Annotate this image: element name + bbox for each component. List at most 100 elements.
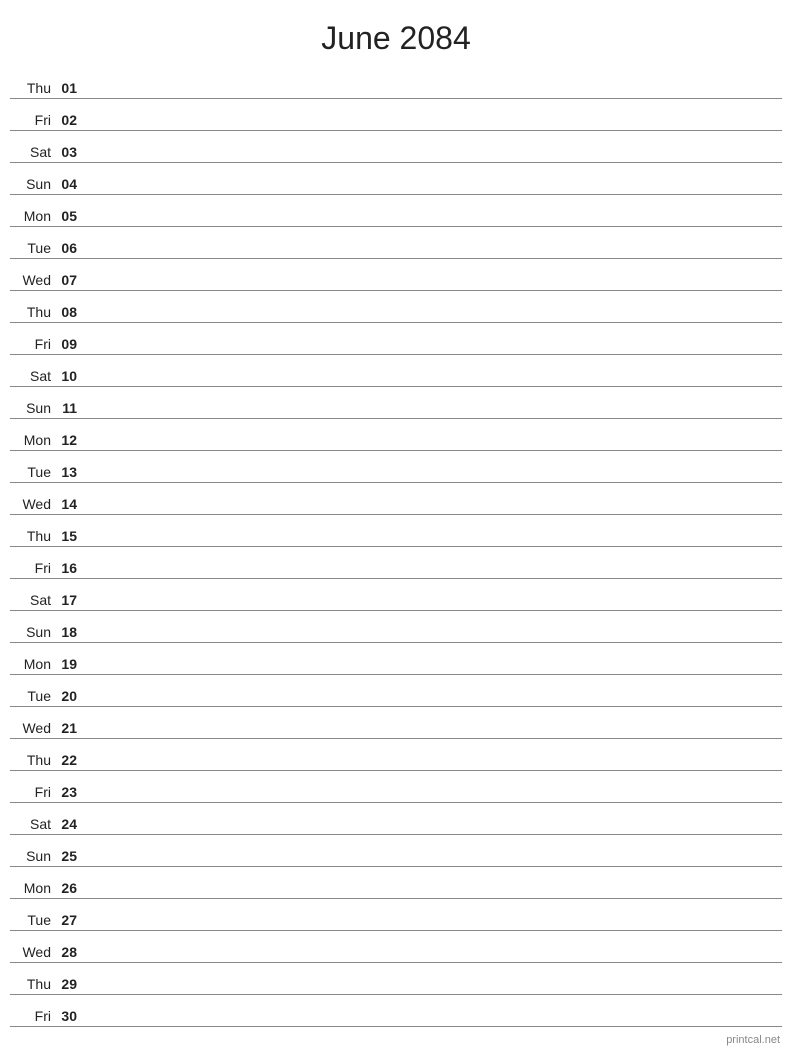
day-number: 07: [55, 272, 83, 288]
day-number: 24: [55, 816, 83, 832]
day-row: Wed28: [10, 931, 782, 963]
day-name: Thu: [10, 80, 55, 96]
day-name: Mon: [10, 656, 55, 672]
day-name: Sun: [10, 848, 55, 864]
day-line: [83, 895, 782, 896]
day-name: Wed: [10, 272, 55, 288]
day-name: Thu: [10, 304, 55, 320]
day-number: 23: [55, 784, 83, 800]
day-name: Sat: [10, 592, 55, 608]
day-line: [83, 767, 782, 768]
day-number: 06: [55, 240, 83, 256]
day-name: Wed: [10, 720, 55, 736]
day-line: [83, 959, 782, 960]
day-name: Sat: [10, 816, 55, 832]
day-number: 01: [55, 80, 83, 96]
day-name: Mon: [10, 880, 55, 896]
day-row: Sun04: [10, 163, 782, 195]
day-number: 25: [55, 848, 83, 864]
day-name: Sun: [10, 624, 55, 640]
day-line: [83, 191, 782, 192]
day-row: Mon19: [10, 643, 782, 675]
day-number: 11: [55, 400, 83, 416]
day-line: [83, 383, 782, 384]
day-row: Fri23: [10, 771, 782, 803]
day-number: 28: [55, 944, 83, 960]
day-name: Sat: [10, 144, 55, 160]
day-line: [83, 927, 782, 928]
day-number: 04: [55, 176, 83, 192]
day-row: Sun25: [10, 835, 782, 867]
day-row: Mon12: [10, 419, 782, 451]
day-name: Wed: [10, 496, 55, 512]
day-number: 29: [55, 976, 83, 992]
day-name: Tue: [10, 688, 55, 704]
day-row: Fri16: [10, 547, 782, 579]
day-line: [83, 991, 782, 992]
day-name: Thu: [10, 752, 55, 768]
day-number: 05: [55, 208, 83, 224]
day-row: Sat24: [10, 803, 782, 835]
day-name: Sun: [10, 176, 55, 192]
day-row: Thu08: [10, 291, 782, 323]
day-line: [83, 735, 782, 736]
day-row: Fri02: [10, 99, 782, 131]
day-line: [83, 479, 782, 480]
day-row: Thu15: [10, 515, 782, 547]
day-row: Fri30: [10, 995, 782, 1027]
day-line: [83, 639, 782, 640]
day-row: Wed21: [10, 707, 782, 739]
calendar-container: Thu01Fri02Sat03Sun04Mon05Tue06Wed07Thu08…: [0, 67, 792, 1027]
day-name: Thu: [10, 976, 55, 992]
day-row: Thu22: [10, 739, 782, 771]
day-line: [83, 831, 782, 832]
day-name: Wed: [10, 944, 55, 960]
day-row: Mon05: [10, 195, 782, 227]
day-line: [83, 671, 782, 672]
day-number: 02: [55, 112, 83, 128]
day-name: Fri: [10, 336, 55, 352]
day-name: Mon: [10, 432, 55, 448]
day-line: [83, 319, 782, 320]
day-number: 09: [55, 336, 83, 352]
day-line: [83, 575, 782, 576]
day-number: 17: [55, 592, 83, 608]
day-row: Sun18: [10, 611, 782, 643]
day-row: Tue06: [10, 227, 782, 259]
day-name: Sat: [10, 368, 55, 384]
day-number: 13: [55, 464, 83, 480]
day-number: 03: [55, 144, 83, 160]
day-line: [83, 351, 782, 352]
day-line: [83, 415, 782, 416]
day-row: Sat10: [10, 355, 782, 387]
day-name: Tue: [10, 464, 55, 480]
day-name: Tue: [10, 912, 55, 928]
day-number: 18: [55, 624, 83, 640]
day-row: Fri09: [10, 323, 782, 355]
day-line: [83, 159, 782, 160]
day-line: [83, 703, 782, 704]
day-row: Sun11: [10, 387, 782, 419]
day-name: Fri: [10, 784, 55, 800]
day-name: Thu: [10, 528, 55, 544]
day-line: [83, 287, 782, 288]
day-name: Tue: [10, 240, 55, 256]
day-line: [83, 607, 782, 608]
day-line: [83, 543, 782, 544]
page-title: June 2084: [0, 0, 792, 67]
day-name: Sun: [10, 400, 55, 416]
day-line: [83, 799, 782, 800]
day-name: Mon: [10, 208, 55, 224]
day-number: 12: [55, 432, 83, 448]
day-row: Sat03: [10, 131, 782, 163]
day-line: [83, 511, 782, 512]
day-line: [83, 95, 782, 96]
day-line: [83, 863, 782, 864]
day-number: 30: [55, 1008, 83, 1024]
day-number: 16: [55, 560, 83, 576]
day-line: [83, 1023, 782, 1024]
day-number: 26: [55, 880, 83, 896]
day-name: Fri: [10, 112, 55, 128]
day-row: Thu01: [10, 67, 782, 99]
day-number: 10: [55, 368, 83, 384]
